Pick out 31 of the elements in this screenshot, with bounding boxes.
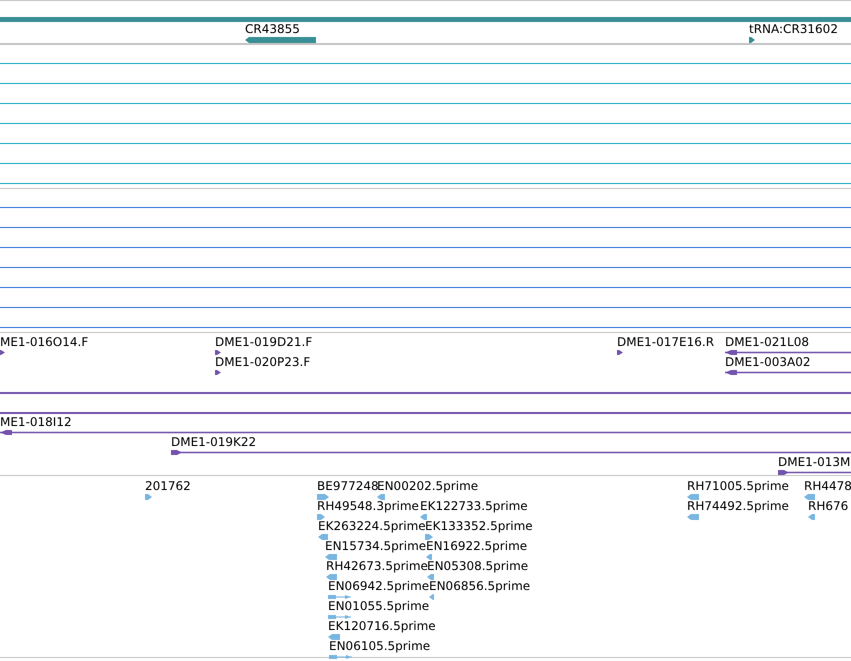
feature-label[interactable]: EN06856.5prime [429, 579, 530, 593]
feature-label[interactable]: EK133352.5prime [425, 519, 533, 533]
feature-label[interactable]: EK122733.5prime [420, 499, 528, 513]
feature-label[interactable]: EN16922.5prime [426, 539, 528, 553]
feature-label[interactable]: DME1-020P23.F [215, 355, 310, 369]
feature-label[interactable]: RH4478 [804, 479, 851, 493]
feature-label[interactable]: EN01055.5prime [328, 599, 430, 613]
feature-label[interactable]: EN00202.5prime [377, 479, 478, 493]
feature-label[interactable]: RH71005.5prime [687, 479, 789, 493]
feature-label[interactable]: BE977248 [317, 479, 379, 493]
feature-label[interactable]: tRNA:CR31602 [749, 22, 838, 36]
feature-label[interactable]: EN05308.5prime [427, 559, 528, 573]
feature-label[interactable]: DME1-019D21.F [215, 335, 312, 349]
feature-label[interactable]: EK263224.5prime [318, 519, 426, 533]
feature-label[interactable]: RH74492.5prime [687, 499, 789, 513]
feature-label[interactable]: RH49548.3prime [317, 499, 419, 513]
feature-label[interactable]: DME1-013M [778, 455, 850, 469]
feature-label[interactable]: EN15734.5prime [325, 539, 426, 553]
feature-label[interactable]: CR43855 [245, 22, 300, 36]
feature-label[interactable]: DME1-021L08 [725, 335, 809, 349]
feature-label[interactable]: DME1-017E16.R [617, 335, 714, 349]
feature-label[interactable]: EN06105.5prime [329, 639, 430, 653]
feature-label[interactable]: DME1-019K22 [171, 435, 256, 449]
feature-label[interactable]: 201762 [145, 479, 191, 493]
feature-label[interactable]: DME1-003A02 [725, 355, 811, 369]
feature-label[interactable]: EK120716.5prime [328, 619, 436, 633]
feature-label[interactable]: RH42673.5prime [326, 559, 428, 573]
feature-label[interactable]: ME1-016O14.F [0, 335, 88, 349]
feature-label[interactable]: EN06942.5prime [328, 579, 430, 593]
feature-label[interactable]: ME1-018I12 [0, 415, 72, 429]
feature-label[interactable]: RH676 [808, 499, 848, 513]
